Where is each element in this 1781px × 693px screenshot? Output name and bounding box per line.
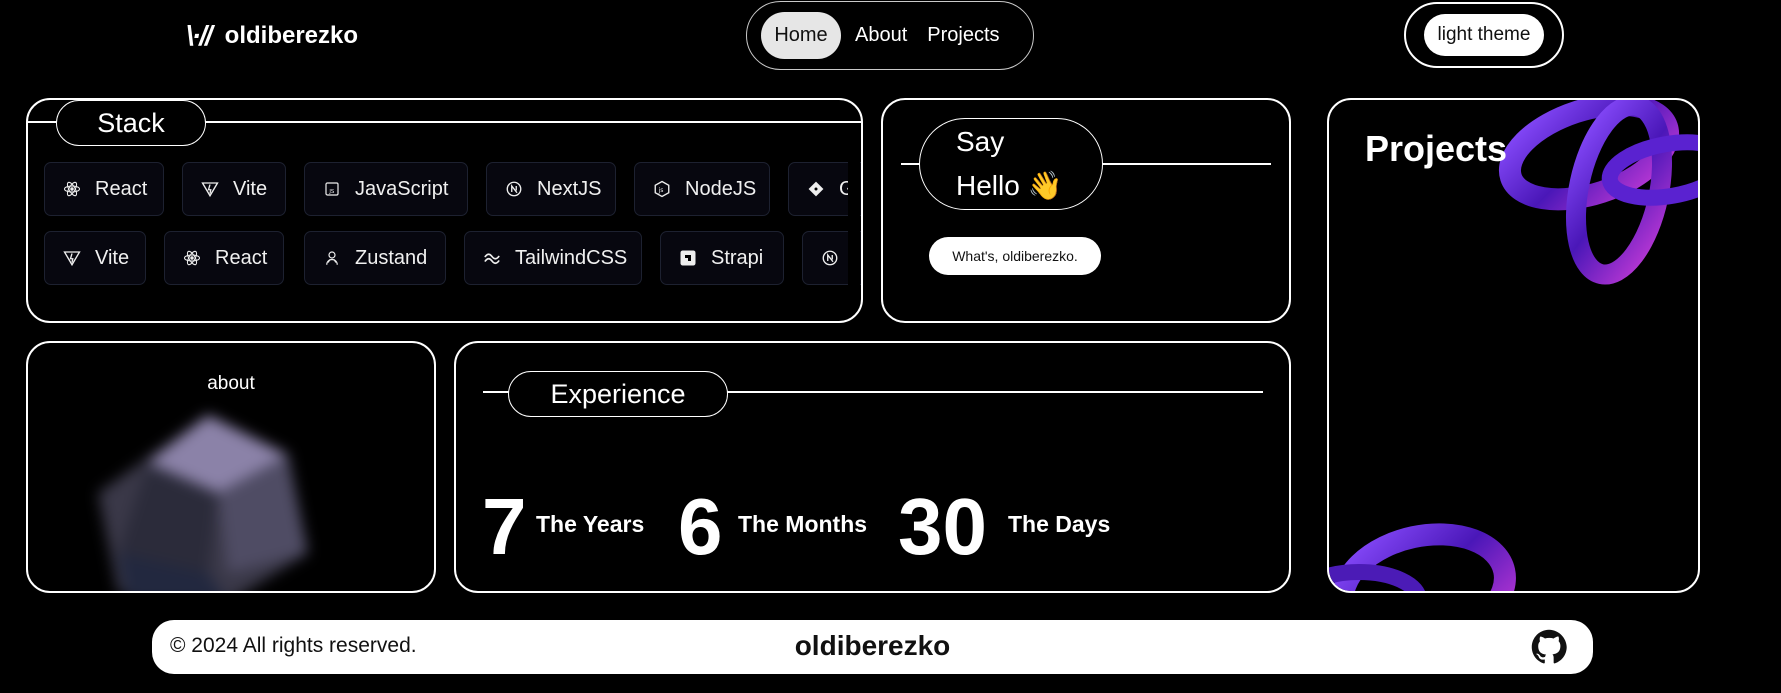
chip-label: Strapi <box>711 246 764 269</box>
github-icon[interactable] <box>1531 629 1567 665</box>
stack-card: Stack React Vite JS JavaScript NextJS js… <box>26 98 863 323</box>
stack-title: Stack <box>56 100 206 146</box>
chip-label: NodeJS <box>685 177 757 200</box>
stack-chip-nodejs: js NodeJS <box>634 162 770 216</box>
stack-chip-tailwindcss: TailwindCSS <box>464 231 642 285</box>
react-icon <box>63 180 81 198</box>
stack-fade-mask <box>848 148 860 294</box>
experience-card: Experience 7 The Years 6 The Months 30 T… <box>454 341 1291 593</box>
stack-chip-vite: Vite <box>182 162 286 216</box>
stat-months-value: 6 <box>678 482 723 571</box>
say-hello-line2: Hello 👋 <box>956 170 1063 201</box>
nav-about[interactable]: About <box>845 12 917 59</box>
footer: oldiberezko © 2024 All rights reserved. <box>152 620 1593 674</box>
logo[interactable]: \·// oldiberezko <box>186 18 358 54</box>
projects-card[interactable]: Projects <box>1327 98 1700 593</box>
copyright-text: © 2024 All rights reserved. <box>170 634 417 657</box>
stat-months-label: The Months <box>738 511 868 537</box>
nextjs-icon <box>821 249 839 267</box>
vite-icon <box>63 249 81 267</box>
git-icon <box>807 180 825 198</box>
svg-text:JS: JS <box>328 189 335 195</box>
zustand-icon <box>323 249 341 267</box>
stack-chip-react: React <box>44 162 164 216</box>
stat-days-label: The Days <box>1008 511 1111 537</box>
experience-title: Experience <box>508 371 728 417</box>
about-label: about <box>207 373 255 394</box>
logo-mark: \·// <box>186 20 213 51</box>
stack-chip-javascript: JS JavaScript <box>304 162 468 216</box>
tailwind-icon <box>483 249 501 267</box>
about-card[interactable]: about <box>26 341 436 593</box>
chip-label: Vite <box>95 246 130 269</box>
vite-icon <box>201 180 219 198</box>
stack-chip-strapi: Strapi <box>660 231 784 285</box>
stack-chip-nextjs: NextJS <box>486 162 616 216</box>
stat-years-value: 7 <box>482 482 527 571</box>
javascript-icon: JS <box>323 180 341 198</box>
main-nav: Home About Projects <box>746 1 1034 70</box>
strapi-icon <box>679 249 697 267</box>
stack-chip-vite: Vite <box>44 231 146 285</box>
chip-label: NextJS <box>537 177 602 200</box>
say-hello-title: Say Hello 👋 <box>919 118 1103 210</box>
react-icon <box>183 249 201 267</box>
chip-label: React <box>95 177 148 200</box>
blurred-gem-decoration <box>98 415 308 591</box>
stat-years-label: The Years <box>536 511 645 537</box>
brand-name: oldiberezko <box>224 22 359 49</box>
stat-days-value: 30 <box>898 482 987 571</box>
nextjs-icon <box>505 180 523 198</box>
svg-text:js: js <box>658 187 664 194</box>
nodejs-icon: js <box>653 180 671 198</box>
chip-label: TailwindCSS <box>515 246 628 269</box>
theme-toggle-button[interactable]: light theme <box>1424 14 1544 56</box>
nav-home[interactable]: Home <box>761 12 841 59</box>
say-hello-card: Say Hello 👋 What's, oldiberezko. <box>881 98 1291 323</box>
chip-label: JavaScript <box>355 177 449 200</box>
chip-label: Zustand <box>355 246 428 269</box>
say-hello-line1: Say <box>956 126 1005 157</box>
chip-label: Vite <box>233 177 268 200</box>
chip-label: React <box>215 246 268 269</box>
projects-title: Projects <box>1365 128 1508 169</box>
nav-projects[interactable]: Projects <box>917 12 1009 59</box>
contact-button[interactable]: What's, oldiberezko. <box>929 237 1101 275</box>
stack-chip-zustand: Zustand <box>304 231 446 285</box>
torus-knot-decoration <box>1329 100 1698 591</box>
stack-chip-react: React <box>164 231 284 285</box>
